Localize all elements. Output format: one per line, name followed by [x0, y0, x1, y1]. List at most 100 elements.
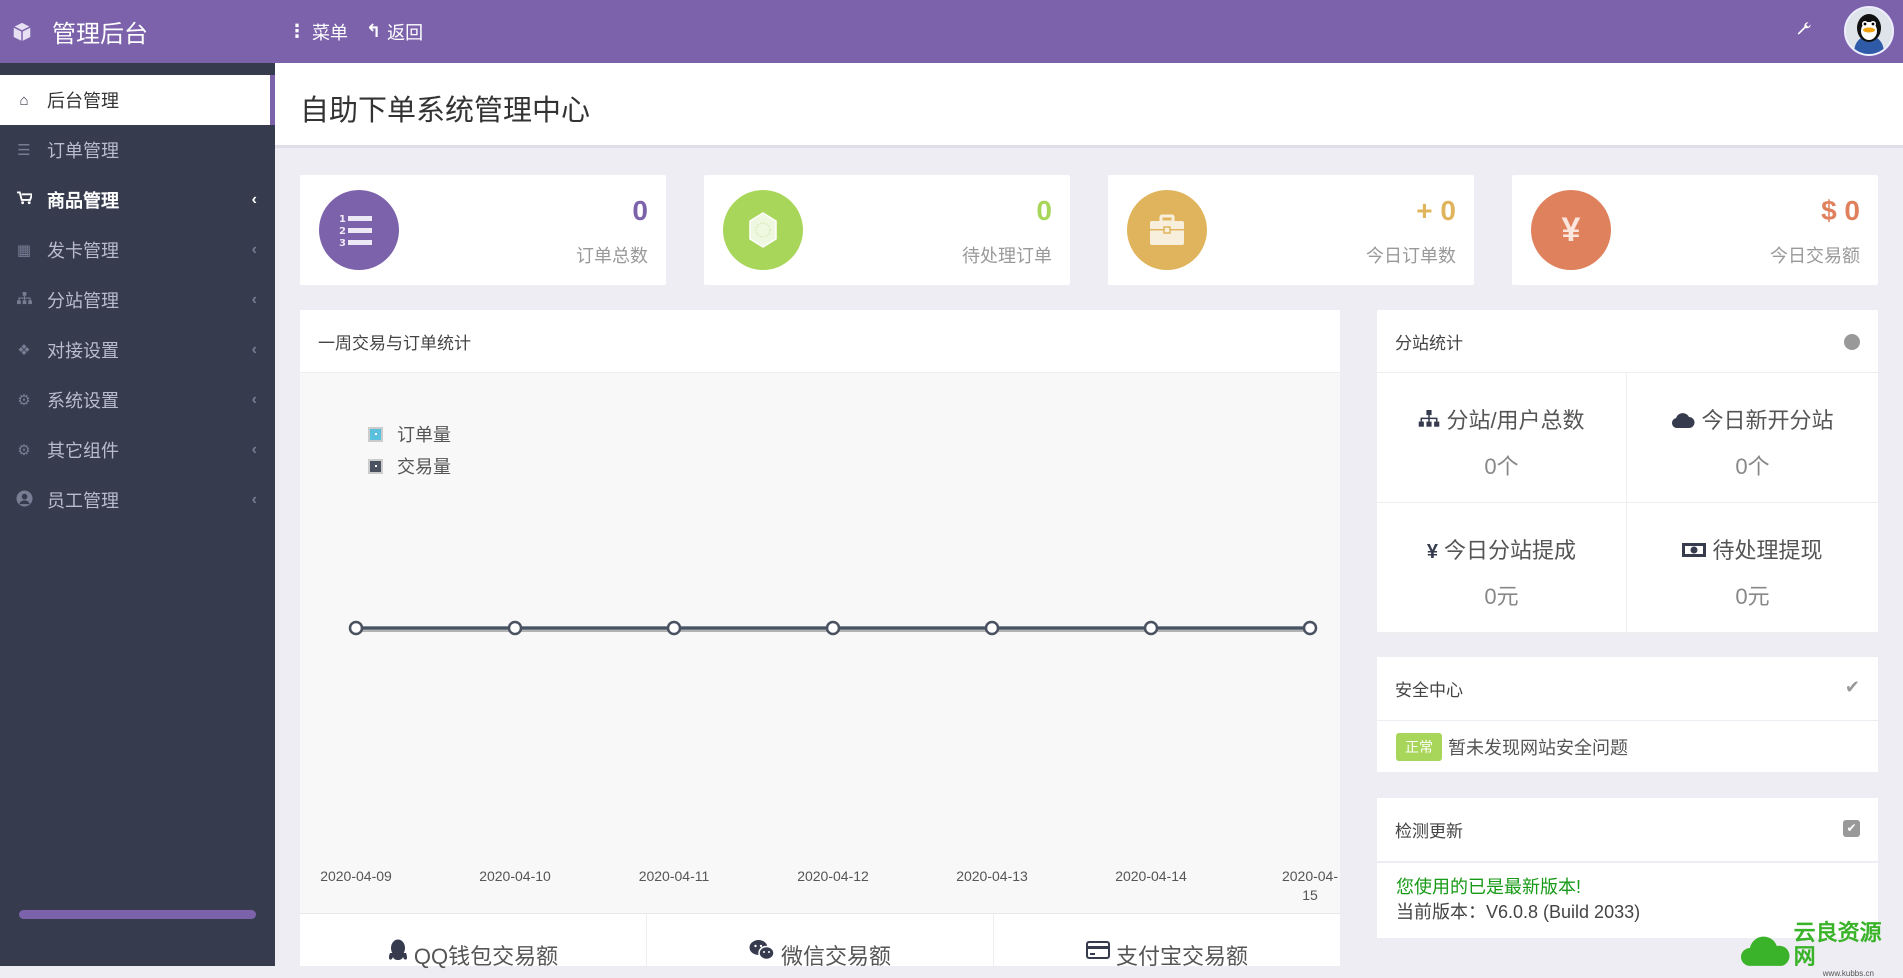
sidebar-item-products[interactable]: 商品管理 ‹	[0, 175, 275, 225]
sidebar-item-dashboard[interactable]: ⌂ 后台管理	[0, 75, 275, 125]
panel-title: 安全中心	[1395, 681, 1463, 700]
menu-toggle-button[interactable]: ⋮ 菜单	[288, 19, 348, 45]
svg-text:1: 1	[339, 214, 346, 225]
cell-label: 今日分站提成	[1444, 538, 1577, 563]
substation-total-users: 分站/用户总数 0个	[1377, 373, 1627, 503]
weekly-stats-panel: 一周交易与订单统计 订单量 交易量 2020-04-09 2020-04-10 20…	[300, 310, 1340, 973]
page-header: 自助下单系统管理中心	[275, 63, 1903, 148]
watermark: 云良资源网 www.kubbs.cn	[1740, 921, 1903, 978]
user-circle-icon	[14, 489, 34, 511]
cell-value: 0元	[1484, 584, 1519, 609]
payment-summary-row: QQ钱包交易额 微信交易额 支付宝交易额	[300, 913, 1340, 973]
briefcase-icon	[1127, 190, 1207, 270]
sidebar-item-label: 员工管理	[47, 491, 119, 511]
grid-icon: ▦	[16, 242, 32, 259]
stat-label: 今日订单数	[1366, 246, 1456, 266]
sitemap-icon	[14, 291, 34, 309]
home-icon: ⌂	[19, 91, 29, 109]
app-logo[interactable]: 管理后台	[10, 0, 148, 63]
chevron-left-icon: ‹	[251, 391, 257, 408]
sidebar-item-integration[interactable]: ❖ 对接设置 ‹	[0, 325, 275, 375]
data-point[interactable]	[984, 620, 1000, 636]
data-point[interactable]	[1143, 620, 1159, 636]
stat-value: $ 0	[1821, 195, 1860, 226]
stat-card-total-orders: 123 0 订单总数	[300, 175, 666, 285]
chevron-left-icon: ‹	[251, 241, 257, 258]
check-icon[interactable]: ✔	[1845, 677, 1860, 698]
x-tick-label: 2020-04-09	[320, 868, 392, 884]
payment-qq: QQ钱包交易额	[300, 914, 647, 973]
sidebar-item-label: 分站管理	[47, 291, 119, 311]
x-tick-label: 2020-04-15	[1281, 868, 1339, 903]
sidebar: ⌂ 后台管理 ☰ 订单管理 商品管理 ‹ ▦ 发卡管理 ‹ 分站管理 ‹ ❖ 对…	[0, 63, 275, 966]
update-panel-header: 检测更新 ✔	[1377, 798, 1878, 861]
sidebar-item-label: 订单管理	[47, 141, 119, 161]
wechat-icon	[749, 939, 775, 967]
cell-value: 0元	[1735, 584, 1770, 609]
sidebar-item-label: 系统设置	[47, 391, 119, 411]
gear-icon: ⚙	[17, 392, 31, 409]
line-chart	[348, 620, 1318, 636]
security-panel-header: 安全中心 ✔	[1377, 657, 1878, 720]
checkbox-checked-icon[interactable]: ✔	[1843, 820, 1860, 837]
sidebar-item-cards[interactable]: ▦ 发卡管理 ‹	[0, 225, 275, 275]
status-badge: 正常	[1396, 732, 1442, 761]
data-point[interactable]	[507, 620, 523, 636]
update-status-text: 您使用的已是最新版本!	[1396, 877, 1581, 897]
numbered-list-icon: 123	[319, 190, 399, 270]
sidebar-item-settings[interactable]: ⚙ 系统设置 ‹	[0, 375, 275, 425]
svg-text:3: 3	[339, 238, 346, 248]
chevron-left-icon: ‹	[251, 491, 257, 508]
svg-text:2: 2	[339, 226, 346, 237]
data-point[interactable]	[1302, 620, 1318, 636]
stat-label: 待处理订单	[962, 246, 1052, 266]
sidebar-item-substations[interactable]: 分站管理 ‹	[0, 275, 275, 325]
substation-commission-today: ¥ 今日分站提成 0元	[1377, 503, 1627, 633]
cell-label: 待处理提现	[1712, 538, 1823, 563]
sidebar-scrollbar[interactable]	[19, 910, 256, 919]
sidebar-item-label: 商品管理	[47, 191, 119, 211]
watermark-url: www.kubbs.cn	[1822, 969, 1874, 978]
wrench-icon[interactable]	[1795, 20, 1813, 44]
stat-card-today-amount: ¥ $ 0 今日交易额	[1512, 175, 1878, 285]
data-point[interactable]	[666, 620, 682, 636]
panel-title: 一周交易与订单统计	[300, 310, 1340, 373]
list-icon: ☰	[17, 142, 31, 159]
app-title: 管理后台	[52, 21, 148, 48]
stat-value: + 0	[1416, 195, 1456, 226]
status-dot-icon[interactable]	[1844, 334, 1860, 350]
stat-card-today-orders: + 0 今日订单数	[1108, 175, 1474, 285]
user-avatar[interactable]	[1844, 6, 1894, 56]
yen-icon: ¥	[1426, 541, 1439, 563]
sitemap-icon	[1418, 410, 1440, 433]
stat-label: 今日交易额	[1770, 246, 1860, 266]
menu-label: 菜单	[312, 22, 348, 43]
panel-title: 分站统计	[1395, 333, 1463, 353]
x-tick-label: 2020-04-10	[479, 868, 551, 884]
payment-label: QQ钱包交易额	[413, 944, 559, 969]
watermark-text: 云良资源网	[1793, 920, 1882, 969]
sidebar-item-components[interactable]: ⚙ 其它组件 ‹	[0, 425, 275, 475]
data-point[interactable]	[825, 620, 841, 636]
sidebar-item-staff[interactable]: 员工管理 ‹	[0, 475, 275, 525]
page-title: 自助下单系统管理中心	[300, 95, 591, 127]
stat-value: 0	[632, 195, 648, 226]
chart-area: 订单量 交易量 2020-04-09 2020-04-10 2020-04-11 20…	[300, 373, 1340, 913]
x-tick-label: 2020-04-12	[797, 868, 869, 884]
cell-label: 分站/用户总数	[1446, 408, 1585, 433]
back-button[interactable]: ↰ 返回	[366, 19, 423, 45]
sidebar-item-orders[interactable]: ☰ 订单管理	[0, 125, 275, 175]
security-message: 暂未发现网站安全问题	[1448, 737, 1628, 758]
x-tick-label: 2020-04-14	[1115, 868, 1187, 884]
cell-label: 今日新开分站	[1701, 408, 1834, 433]
payment-wechat: 微信交易额	[647, 914, 994, 973]
cart-icon	[14, 191, 34, 209]
cubes-icon: ❖	[17, 342, 31, 359]
data-point[interactable]	[348, 620, 364, 636]
chevron-left-icon: ‹	[251, 441, 257, 458]
panel-title: 检测更新	[1395, 822, 1463, 841]
back-label: 返回	[387, 22, 424, 43]
payment-label: 微信交易额	[780, 944, 891, 969]
yen-icon: ¥	[1531, 190, 1611, 270]
cloud-icon	[1671, 411, 1695, 433]
